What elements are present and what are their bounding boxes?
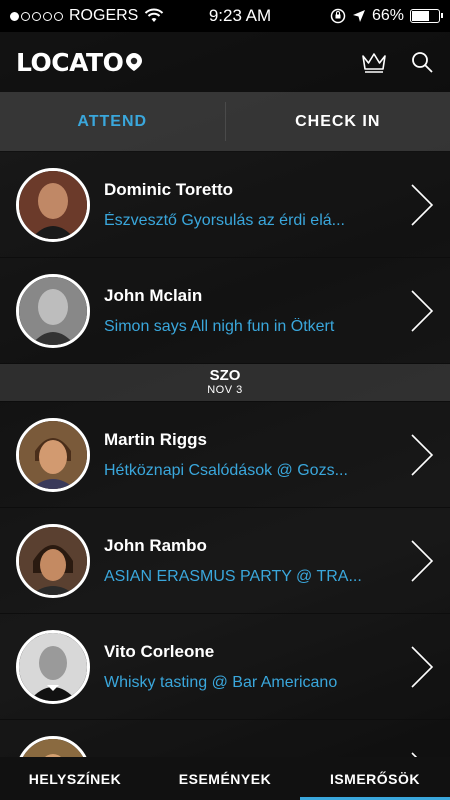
battery-percent: 66% (371, 7, 404, 24)
avatar (16, 273, 90, 348)
friend-name: Vito Corleone (104, 641, 215, 661)
rotation-lock-icon (330, 8, 346, 24)
friend-name: John Mclain (104, 285, 203, 305)
avatar (16, 523, 90, 598)
friend-name: John Rambo (104, 535, 207, 555)
friend-name: Martin Riggs (104, 429, 207, 449)
crown-icon[interactable] (360, 50, 388, 74)
list-item[interactable] (0, 720, 450, 757)
avatar (16, 417, 90, 492)
search-icon[interactable] (410, 50, 434, 74)
friend-name: Dominic Toretto (104, 179, 234, 199)
list-item[interactable]: John Rambo ASIAN ERASMUS PARTY @ TRA... (0, 508, 450, 614)
carrier-name: ROGERS (69, 7, 139, 24)
list-item[interactable]: Vito Corleone Whisky tasting @ Bar Ameri… (0, 614, 450, 720)
wifi-icon (145, 8, 164, 22)
chevron-right-icon (411, 751, 418, 757)
app-screen: ROGERS 9:23 AM 66% LOCATO ATTEND CHECK I… (0, 0, 450, 800)
event-title: Hétköznapi Csalódások @ Gozs... (104, 461, 348, 479)
tab-attend[interactable]: ATTEND (0, 92, 225, 151)
nav-events[interactable]: ESEMÉNYEK (150, 757, 300, 800)
chevron-right-icon (411, 433, 434, 476)
date-month: NOV 3 (207, 384, 243, 396)
chevron-right-icon (411, 289, 434, 332)
date-separator: SZO NOV 3 (0, 364, 450, 402)
list-item[interactable]: John Mclain Simon says All nigh fun in Ö… (0, 258, 450, 364)
location-pin-icon (126, 53, 143, 71)
app-header: LOCATO (0, 32, 450, 92)
list-item[interactable]: Martin Riggs Hétköznapi Csalódások @ Goz… (0, 402, 450, 508)
event-title: ASIAN ERASMUS PARTY @ TRA... (104, 567, 362, 585)
list-item[interactable]: Dominic Toretto Észvesztő Gyorsulás az é… (0, 152, 450, 258)
avatar (16, 629, 90, 704)
event-title: Whisky tasting @ Bar Americano (104, 673, 338, 691)
nav-venues[interactable]: HELYSZÍNEK (0, 757, 150, 800)
location-arrow-icon (352, 10, 365, 22)
friends-activity-list: Dominic Toretto Észvesztő Gyorsulás az é… (0, 152, 450, 757)
avatar (16, 735, 90, 757)
event-title: Simon says All nigh fun in Ötkert (104, 317, 335, 335)
avatar (16, 167, 90, 242)
chevron-right-icon (411, 183, 434, 226)
segment-tabs: ATTEND CHECK IN (0, 92, 450, 152)
bottom-navigation: HELYSZÍNEK ESEMÉNYEK ISMERŐSÖK (0, 757, 450, 800)
nav-friends[interactable]: ISMERŐSÖK (300, 757, 450, 800)
status-bar: ROGERS 9:23 AM 66% (0, 0, 450, 32)
date-day: SZO (209, 367, 241, 384)
chevron-right-icon (411, 645, 434, 688)
chevron-right-icon (411, 539, 434, 582)
status-time: 9:23 AM (208, 6, 272, 25)
tab-check-in[interactable]: CHECK IN (226, 92, 450, 151)
app-logo: LOCATO (16, 48, 144, 77)
signal-strength-icon (10, 11, 63, 21)
event-title: Észvesztő Gyorsulás az érdi elá... (104, 211, 345, 229)
battery-icon (410, 9, 443, 23)
